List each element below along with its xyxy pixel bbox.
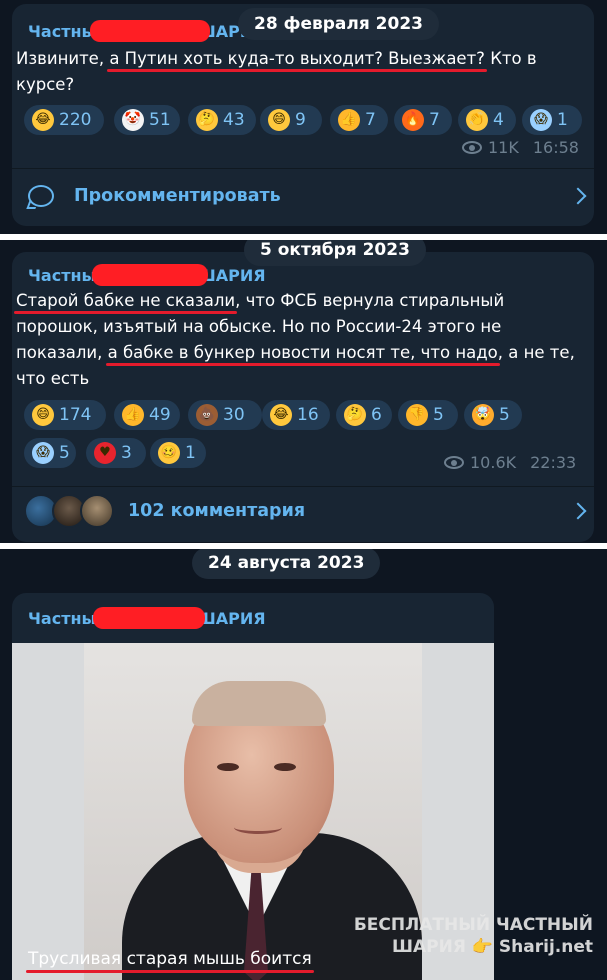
reaction-count: 174 xyxy=(59,405,92,425)
reaction-count: 51 xyxy=(149,110,171,130)
reaction-count: 30 xyxy=(223,405,245,425)
post-caption: Трусливая старая мышь боится xyxy=(28,949,312,969)
reaction-chip[interactable]: 👏 4 xyxy=(458,105,516,135)
reaction-count: 5 xyxy=(499,405,510,425)
post-panel-3: 24 августа 2023 Частны ШАРИЯ БЕСПЛАТНЫЙ Ч… xyxy=(0,549,607,980)
grin-emoji-icon: 😄 xyxy=(32,404,54,426)
reaction-chip[interactable]: 👎 5 xyxy=(398,400,458,430)
thumbs-up-emoji-icon: 👍 xyxy=(338,109,360,131)
reaction-chip[interactable]: 🥴 1 xyxy=(150,438,206,468)
post-meta: 11K 16:58 xyxy=(462,138,579,157)
reaction-chip[interactable]: ♥ 3 xyxy=(86,438,146,468)
view-count: 10.6K xyxy=(470,453,517,472)
reaction-chip[interactable]: 😂 16 xyxy=(262,400,330,430)
reaction-chip[interactable]: 😂 220 xyxy=(24,105,104,135)
reaction-count: 16 xyxy=(297,405,319,425)
reaction-chip[interactable]: 🤡 51 xyxy=(114,105,180,135)
scream-emoji-icon: 😱 xyxy=(32,442,54,464)
thumbs-up-emoji-icon: 👍 xyxy=(122,404,144,426)
woozy-emoji-icon: 🥴 xyxy=(158,442,180,464)
thumbs-down-emoji-icon: 👎 xyxy=(406,404,428,426)
rofl-emoji-icon: 😂 xyxy=(32,109,54,131)
divider xyxy=(12,168,594,169)
post-meta: 10.6K 22:33 xyxy=(444,453,576,472)
photo-blur-left xyxy=(12,643,84,980)
reaction-chip[interactable]: 🤔 6 xyxy=(336,400,392,430)
clown-emoji-icon: 🤡 xyxy=(122,109,144,131)
reaction-chip[interactable]: 👍 7 xyxy=(330,105,388,135)
photo-eye xyxy=(217,763,239,771)
exploding-head-emoji-icon: 🤯 xyxy=(472,404,494,426)
reaction-count: 7 xyxy=(429,110,440,130)
post-time: 16:58 xyxy=(532,138,579,157)
date-badge: 24 августа 2023 xyxy=(192,549,381,579)
reaction-count: 3 xyxy=(121,443,132,463)
comment-button[interactable]: 102 комментария xyxy=(12,494,594,528)
scream-emoji-icon: 😱 xyxy=(530,109,552,131)
poop-emoji-icon: 💩 xyxy=(196,404,218,426)
thinking-emoji-icon: 🤔 xyxy=(196,109,218,131)
clap-emoji-icon: 👏 xyxy=(466,109,488,131)
post-panel-2: 5 октября 2023 Частны ШАРИЯ Старой бабке … xyxy=(0,240,607,543)
photo-mouth xyxy=(234,821,282,834)
reaction-chip[interactable]: 😄 9 xyxy=(260,105,322,135)
reaction-count: 220 xyxy=(59,110,92,130)
comment-button[interactable]: Прокомментировать xyxy=(12,180,594,212)
reaction-chip[interactable]: 😄 174 xyxy=(24,400,106,430)
reaction-count: 43 xyxy=(223,110,245,130)
view-count: 11K xyxy=(488,138,519,157)
reaction-chip[interactable]: 👍 49 xyxy=(114,400,180,430)
watermark: БЕСПЛАТНЫЙ ЧАСТНЫЙ ШАРИЯ 👉 Sharij.net xyxy=(353,915,593,957)
redaction-mark xyxy=(93,607,205,629)
redaction-mark xyxy=(92,264,208,286)
reaction-count: 5 xyxy=(433,405,444,425)
date-badge: 5 октября 2023 xyxy=(244,240,426,266)
reaction-chip[interactable]: 😱 5 xyxy=(24,438,76,468)
reaction-chip[interactable]: 😱 1 xyxy=(522,105,582,135)
reaction-chip[interactable]: 💩 30 xyxy=(188,400,262,430)
reaction-count: 5 xyxy=(59,443,70,463)
reaction-count: 6 xyxy=(371,405,382,425)
views-icon xyxy=(444,456,464,469)
reaction-count: 49 xyxy=(149,405,171,425)
reaction-count: 9 xyxy=(295,110,306,130)
post-text: Старой бабке не сказали, что ФСБ вернула… xyxy=(16,291,575,388)
chevron-right-icon xyxy=(569,187,587,205)
divider xyxy=(12,486,594,487)
photo-hair xyxy=(192,681,326,726)
reaction-chip[interactable]: 🤯 5 xyxy=(464,400,522,430)
commenter-avatar xyxy=(80,494,114,528)
redaction-mark xyxy=(90,20,210,42)
reaction-count: 1 xyxy=(557,110,568,130)
comment-bubble-icon xyxy=(28,185,54,207)
fire-emoji-icon: 🔥 xyxy=(402,109,424,131)
chevron-right-icon xyxy=(569,502,587,520)
post-panel-1: Частны ШАРИЯ 28 февраля 2023 Извините, а … xyxy=(0,0,607,234)
grin-emoji-icon: 😄 xyxy=(268,109,290,131)
rofl-emoji-icon: 😂 xyxy=(270,404,292,426)
comment-label: Прокомментировать xyxy=(74,186,281,206)
post-time: 22:33 xyxy=(530,453,577,472)
reaction-count: 4 xyxy=(493,110,504,130)
date-badge: 28 февраля 2023 xyxy=(238,8,439,40)
reaction-count: 7 xyxy=(365,110,376,130)
reaction-chip[interactable]: 🤔 43 xyxy=(188,105,256,135)
comment-label: 102 комментария xyxy=(128,501,306,521)
photo-eye xyxy=(274,763,296,771)
reaction-chip[interactable]: 🔥 7 xyxy=(394,105,452,135)
post-text: Извините, а Путин хоть куда-то выходит? … xyxy=(16,49,537,94)
thinking-emoji-icon: 🤔 xyxy=(344,404,366,426)
reaction-count: 1 xyxy=(185,443,196,463)
heart-emoji-icon: ♥ xyxy=(94,442,116,464)
views-icon xyxy=(462,141,482,154)
